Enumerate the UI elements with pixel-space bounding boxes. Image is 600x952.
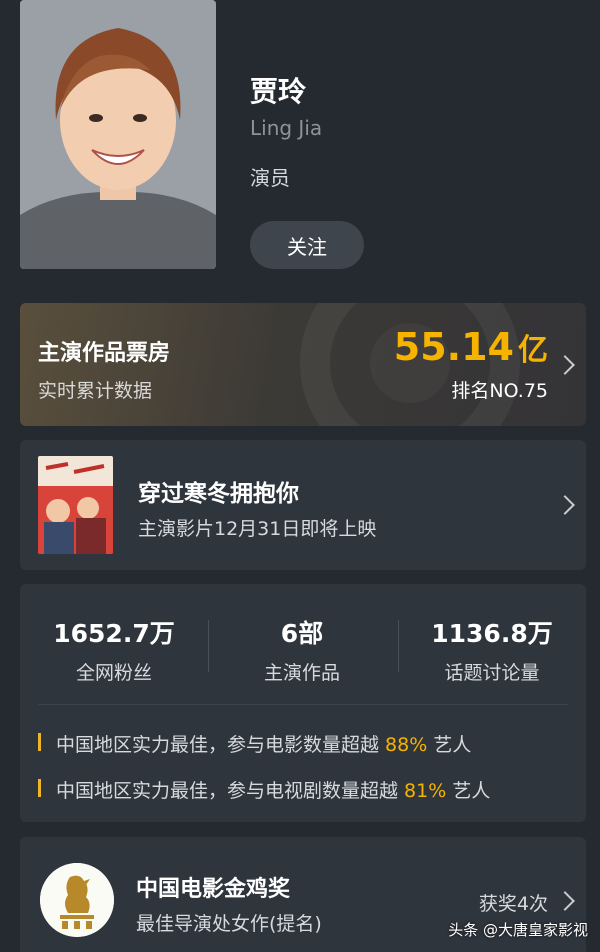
stat-works-label: 主演作品 <box>263 662 340 684</box>
highlight-movies-percent: 88% <box>385 734 428 756</box>
movie-release-info: 主演影片12月31日即将上映 <box>138 518 377 540</box>
stat-works-value: 6部 <box>280 619 324 648</box>
box-office-subtitle: 实时累计数据 <box>38 380 153 402</box>
movie-poster <box>38 456 113 554</box>
chevron-right-icon <box>555 495 575 515</box>
stat-fans-label: 全网粉丝 <box>75 662 152 684</box>
chevron-right-icon <box>555 355 575 375</box>
box-office-title: 主演作品票房 <box>38 341 171 366</box>
upcoming-movie-card[interactable]: 穿过寒冬拥抱你 主演影片12月31日即将上映 <box>20 440 586 570</box>
chevron-right-icon <box>555 891 575 911</box>
highlight-movies: 中国地区实力最佳，参与电影数量超越 88% 艺人 <box>38 730 471 757</box>
actor-name: 贾玲 <box>250 75 307 108</box>
watermark: 头条 @大唐皇家影视 <box>448 921 588 939</box>
stat-fans-value: 1652.7万 <box>53 619 175 648</box>
box-office-card[interactable]: 主演作品票房 实时累计数据 55.14 亿 排名NO.75 <box>20 303 586 426</box>
box-office-unit: 亿 <box>518 333 548 368</box>
actor-name-english: Ling Jia <box>250 116 323 140</box>
award-title: 中国电影金鸡奖 <box>136 877 291 902</box>
golden-rooster-icon <box>40 863 114 937</box>
movie-title: 穿过寒冬拥抱你 <box>138 481 299 507</box>
actor-photo <box>20 0 216 269</box>
profile-header: 贾玲 Ling Jia 演员 关注 <box>0 0 600 290</box>
follow-button[interactable]: 关注 <box>250 221 364 269</box>
highlight-tv-suffix: 艺人 <box>446 780 491 802</box>
actor-role: 演员 <box>250 166 290 190</box>
box-office-rank: 排名NO.75 <box>451 380 548 402</box>
stat-discussion: 1136.8万 话题讨论量 <box>398 614 586 685</box>
box-office-value: 55.14 亿 <box>394 325 548 369</box>
highlight-movies-text: 中国地区实力最佳，参与电影数量超越 <box>56 734 386 756</box>
highlight-movies-suffix: 艺人 <box>427 734 472 756</box>
highlight-tv: 中国地区实力最佳，参与电视剧数量超越 81% 艺人 <box>38 776 490 803</box>
highlight-tv-percent: 81% <box>404 780 447 802</box>
stat-discussion-label: 话题讨论量 <box>444 662 540 684</box>
stat-fans: 1652.7万 全网粉丝 <box>20 614 208 685</box>
highlight-tv-text: 中国地区实力最佳，参与电视剧数量超越 <box>56 780 405 802</box>
stat-discussion-value: 1136.8万 <box>431 619 553 648</box>
award-count: 获奖4次 <box>478 893 548 915</box>
stats-divider <box>38 704 568 705</box>
stats-card: 1652.7万 全网粉丝 6部 主演作品 1136.8万 话题讨论量 中国地区实… <box>20 584 586 822</box>
box-office-amount: 55.14 <box>393 325 514 369</box>
stat-works: 6部 主演作品 <box>208 614 396 685</box>
award-subtitle: 最佳导演处女作(提名) <box>136 913 322 935</box>
